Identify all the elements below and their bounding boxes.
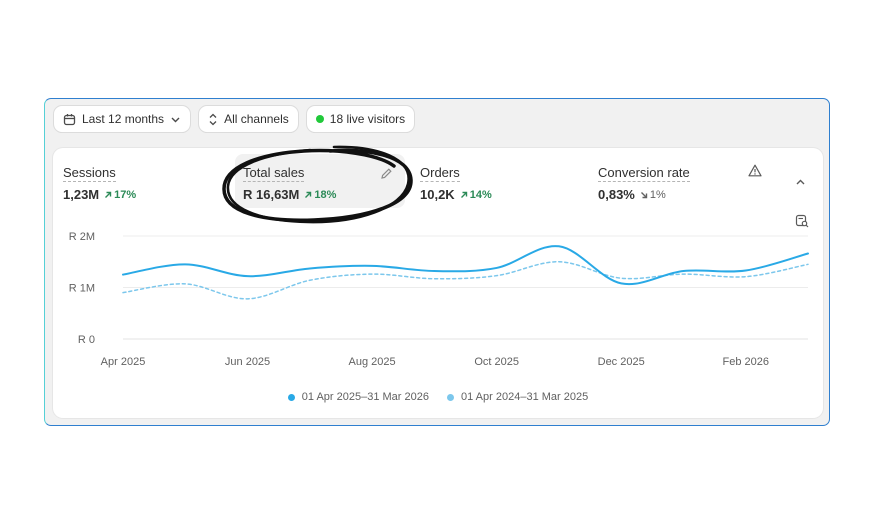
metric-title: Orders [420, 165, 460, 182]
chart-legend: 01 Apr 2025–31 Mar 2026 01 Apr 2024–31 M… [53, 391, 823, 403]
legend-item-previous[interactable]: 01 Apr 2024–31 Mar 2025 [447, 391, 588, 403]
live-visitors-label: 18 live visitors [329, 112, 406, 126]
metric-sessions[interactable]: Sessions 1,23M 17% [63, 154, 233, 208]
metric-change-value: 14% [469, 189, 492, 201]
channels-button[interactable]: All channels [199, 106, 298, 132]
x-tick-label: Oct 2025 [474, 356, 519, 368]
y-tick-label: R 2M [69, 231, 95, 243]
metric-total-sales[interactable]: Total sales R 16,63M 18% [235, 154, 405, 208]
legend-dot [287, 393, 295, 401]
y-tick-label: R 1M [69, 283, 95, 295]
metrics-card: R 0 R 1M R 2M Apr 2025 Jun 2025 Aug 2025 Oct 2… [53, 148, 823, 418]
metric-orders[interactable]: Orders 10,2K 14% [420, 154, 590, 208]
metric-value: 10,2K [420, 187, 455, 202]
series-line-previous [122, 260, 809, 300]
live-visitors-button[interactable]: 18 live visitors [306, 106, 415, 132]
metric-change-value: 1% [649, 189, 666, 201]
legend-dot [447, 393, 454, 401]
channels-label: All channels [224, 112, 289, 126]
sort-icon [208, 113, 218, 126]
date-range-button[interactable]: Last 12 months [54, 106, 191, 132]
pencil-icon[interactable] [380, 167, 393, 185]
arrow-up-right-icon [460, 191, 467, 198]
chevron-down-icon [170, 114, 181, 125]
legend-label: 01 Apr 2024–31 Mar 2025 [461, 391, 589, 403]
metric-change-value: 17% [114, 189, 137, 201]
x-tick-label: Dec 2025 [598, 356, 645, 368]
filter-bar: Last 12 months All channels 18 live visi… [54, 106, 415, 132]
metric-title: Sessions [63, 165, 116, 182]
metric-value: R 16,63M [243, 187, 300, 202]
live-status-dot [315, 115, 324, 123]
metric-conversion-rate[interactable]: Conversion rate 0,83% 1% [598, 154, 768, 208]
date-range-label: Last 12 months [82, 112, 165, 126]
y-tick-label: R 0 [78, 334, 95, 346]
arrow-up-right-icon [305, 191, 312, 198]
arrow-up-right-icon [105, 191, 112, 198]
metric-title: Total sales [243, 165, 305, 182]
arrow-down-right-icon [640, 192, 648, 199]
x-tick-label: Aug 2025 [349, 356, 396, 368]
metric-change: 18% [304, 189, 336, 201]
x-tick-label: Feb 2026 [722, 356, 768, 368]
metric-change: 14% [460, 189, 492, 201]
metric-title: Conversion rate [598, 165, 690, 182]
metric-value: 0,83% [598, 187, 635, 202]
metric-value: 1,23M [63, 187, 100, 202]
x-tick-label: Apr 2025 [101, 356, 146, 368]
legend-item-current[interactable]: 01 Apr 2025–31 Mar 2026 [287, 391, 429, 403]
legend-label: 01 Apr 2025–31 Mar 2026 [301, 391, 429, 403]
analytics-panel: Last 12 months All channels 18 live visi… [44, 98, 830, 426]
chart-settings-icon[interactable] [795, 214, 809, 233]
calendar-icon [63, 113, 76, 126]
warning-icon[interactable] [748, 164, 762, 182]
metric-change-value: 18% [314, 189, 337, 201]
metric-change: 1% [640, 189, 666, 201]
chevron-up-icon[interactable] [795, 175, 806, 193]
x-tick-label: Jun 2025 [225, 356, 270, 368]
metric-change: 17% [104, 189, 136, 201]
